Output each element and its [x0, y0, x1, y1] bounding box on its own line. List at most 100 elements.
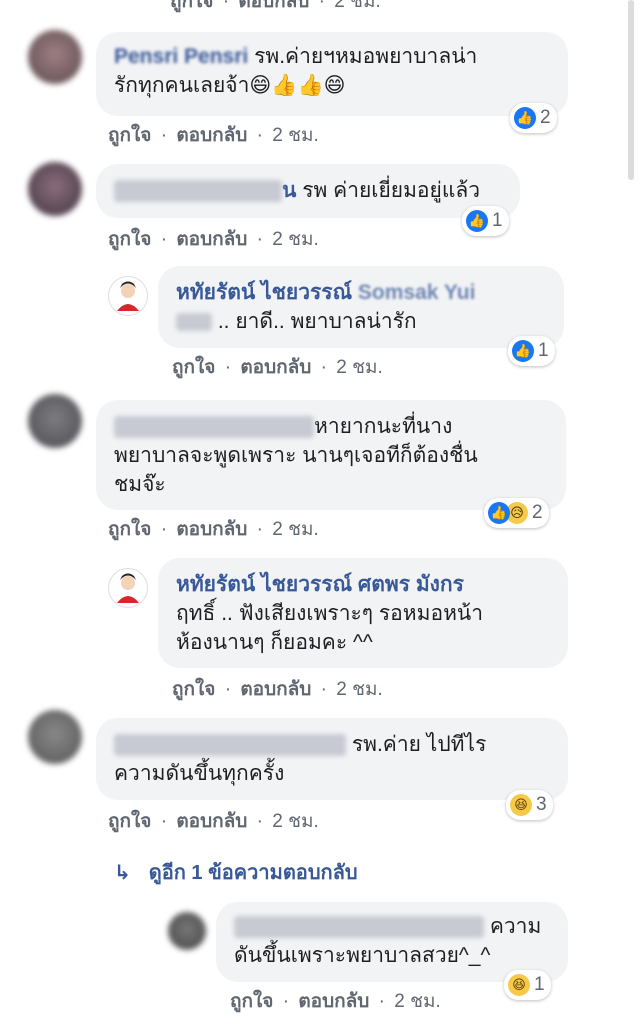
- timestamp: 2 ชม.: [334, 0, 381, 12]
- reaction-count: 1: [534, 974, 545, 995]
- comment-actions: ถูกใจ · ตอบกลับ · 2 ชม.: [108, 224, 323, 254]
- reply-link[interactable]: ตอบกลับ: [298, 991, 369, 1012]
- like-link[interactable]: ถูกใจ: [170, 0, 213, 12]
- comment-text: ความดันขึ้นทุกครั้ง: [114, 762, 285, 785]
- reply-actions: ถูกใจ · ตอบกลับ · 2 ชม.: [172, 674, 387, 704]
- comment-actions: ถูกใจ · ตอบกลับ · 2 ชม.: [108, 120, 323, 150]
- blurred-author: [114, 180, 282, 203]
- scrollbar[interactable]: [628, 0, 634, 180]
- avatar[interactable]: [28, 30, 82, 84]
- separator: ·: [282, 991, 290, 1012]
- separator: ·: [160, 811, 168, 832]
- reply-link[interactable]: ตอบกลับ: [176, 811, 247, 832]
- reply-text: ห้องนานๆ ก็ยอมคะ ^^: [176, 631, 373, 654]
- comment-text: รพ.ค่ายฯหมอพยาบาลน่า: [248, 45, 478, 68]
- reply-actions: ถูกใจ · ตอบกลับ · 2 ชม.: [230, 986, 445, 1016]
- comment-actions: ถูกใจ · ตอบกลับ · 2 ชม.: [108, 806, 323, 836]
- comment-text: หายากนะที่นาง: [314, 415, 453, 438]
- like-link[interactable]: ถูกใจ: [108, 125, 151, 146]
- avatar[interactable]: [28, 710, 82, 764]
- reply-link[interactable]: ตอบกลับ: [238, 0, 309, 12]
- reply-link[interactable]: ตอบกลับ: [176, 519, 247, 540]
- separator: ·: [160, 229, 168, 250]
- separator: ·: [256, 519, 263, 540]
- blurred-author: [114, 416, 314, 439]
- avatar[interactable]: [108, 568, 148, 608]
- like-link[interactable]: ถูกใจ: [108, 229, 151, 250]
- view-more-replies-link[interactable]: ↳ ดูอีก 1 ข้อความตอบกลับ: [114, 856, 358, 888]
- reaction-count: 3: [536, 794, 547, 815]
- reaction-summary[interactable]: 😆 3: [506, 790, 553, 820]
- blurred-author: [234, 916, 484, 939]
- separator: ·: [160, 519, 168, 540]
- reaction-count: 2: [540, 107, 551, 128]
- reaction-count: 1: [492, 210, 503, 231]
- like-link[interactable]: ถูกใจ: [230, 991, 273, 1012]
- reply-author[interactable]: หทัยรัตน์ ไชยวรรณ์: [176, 281, 352, 304]
- haha-icon: 😆: [510, 794, 532, 816]
- timestamp: 2 ชม.: [272, 229, 319, 250]
- reaction-summary[interactable]: 👍 1: [508, 336, 555, 366]
- blurred-author: [114, 734, 346, 757]
- comment-actions-top: ถูกใจ · ตอบกลับ · 2 ชม.: [170, 0, 385, 16]
- view-more-replies-label: ดูอีก 1 ข้อความตอบกลับ: [148, 862, 358, 884]
- separator: ·: [224, 679, 232, 700]
- timestamp: 2 ชม.: [336, 357, 383, 378]
- comment-bubble: รพ.ค่าย ไปทีไร ความดันขึ้นทุกครั้ง: [96, 718, 568, 800]
- separator: ·: [256, 811, 263, 832]
- timestamp: 2 ชม.: [272, 125, 319, 146]
- like-link[interactable]: ถูกใจ: [172, 357, 215, 378]
- comment-text: พยาบาลจะพูดเพราะ นานๆเจอทีก็ต้องชื่น: [114, 444, 478, 467]
- like-link[interactable]: ถูกใจ: [108, 519, 151, 540]
- reply-text: ความ: [484, 915, 542, 938]
- comment-author[interactable]: Pensri Pensri: [114, 45, 248, 68]
- separator: ·: [160, 125, 168, 146]
- reply-bubble: หทัยรัตน์ ไชยวรรณ์ Somsak Yui .. ยาดี.. …: [158, 266, 564, 348]
- avatar[interactable]: [168, 912, 206, 950]
- comment-author[interactable]: น: [282, 179, 296, 202]
- reaction-summary[interactable]: 👍 2: [510, 103, 557, 133]
- separator: ·: [222, 0, 230, 12]
- comment-bubble: Pensri Pensri รพ.ค่ายฯหมอพยาบาลน่า รักทุ…: [96, 32, 568, 116]
- separator: ·: [320, 357, 327, 378]
- avatar[interactable]: [108, 276, 148, 316]
- separator: ·: [256, 229, 263, 250]
- mention[interactable]: ศตพร มังกร: [358, 573, 464, 596]
- avatar[interactable]: [28, 394, 82, 448]
- like-icon: 👍: [466, 210, 488, 232]
- reply-link[interactable]: ตอบกลับ: [240, 679, 311, 700]
- reaction-count: 2: [532, 502, 543, 523]
- like-link[interactable]: ถูกใจ: [172, 679, 215, 700]
- comment-bubble: น รพ ค่ายเยี่ยมอยู่แล้ว: [96, 164, 520, 218]
- timestamp: 2 ชม.: [336, 679, 383, 700]
- reply-text: ดันขึ้นเพราะพยาบาลสวย^_^: [234, 944, 491, 967]
- reply-actions: ถูกใจ · ตอบกลับ · 2 ชม.: [172, 352, 387, 382]
- reply-author[interactable]: หทัยรัตน์ ไชยวรรณ์: [176, 573, 352, 596]
- separator: ·: [378, 991, 385, 1012]
- reply-arrow-icon: ↳: [114, 862, 131, 884]
- avatar[interactable]: [28, 162, 82, 216]
- reply-link[interactable]: ตอบกลับ: [176, 125, 247, 146]
- comment-text: ชมจ๊ะ: [114, 473, 166, 496]
- reply-bubble: หทัยรัตน์ ไชยวรรณ์ ศตพร มังกร ฤทธิ์ .. ฟ…: [158, 558, 568, 668]
- timestamp: 2 ชม.: [272, 519, 319, 540]
- reply-link[interactable]: ตอบกลับ: [240, 357, 311, 378]
- reaction-count: 1: [538, 340, 549, 361]
- comment-text: รพ.ค่าย ไปทีไร: [346, 733, 487, 756]
- reaction-summary[interactable]: 👍 😥 2: [484, 498, 549, 528]
- comment-bubble: หายากนะที่นาง พยาบาลจะพูดเพราะ นานๆเจอที…: [96, 400, 566, 510]
- timestamp: 2 ชม.: [394, 991, 441, 1012]
- comment-text: รักทุกคนเลยจ้า😄👍👍😄: [114, 74, 346, 97]
- reaction-summary[interactable]: 👍 1: [462, 206, 509, 236]
- mention[interactable]: Somsak Yui: [358, 281, 476, 304]
- separator: ·: [224, 357, 232, 378]
- like-icon: 👍: [512, 340, 534, 362]
- like-icon: 👍: [514, 107, 536, 129]
- timestamp: 2 ชม.: [272, 811, 319, 832]
- separator: ·: [256, 125, 263, 146]
- reply-link[interactable]: ตอบกลับ: [176, 229, 247, 250]
- like-link[interactable]: ถูกใจ: [108, 811, 151, 832]
- comment-actions: ถูกใจ · ตอบกลับ · 2 ชม.: [108, 514, 323, 544]
- reaction-summary[interactable]: 😆 1: [504, 970, 551, 1000]
- like-icon: 👍: [488, 502, 510, 524]
